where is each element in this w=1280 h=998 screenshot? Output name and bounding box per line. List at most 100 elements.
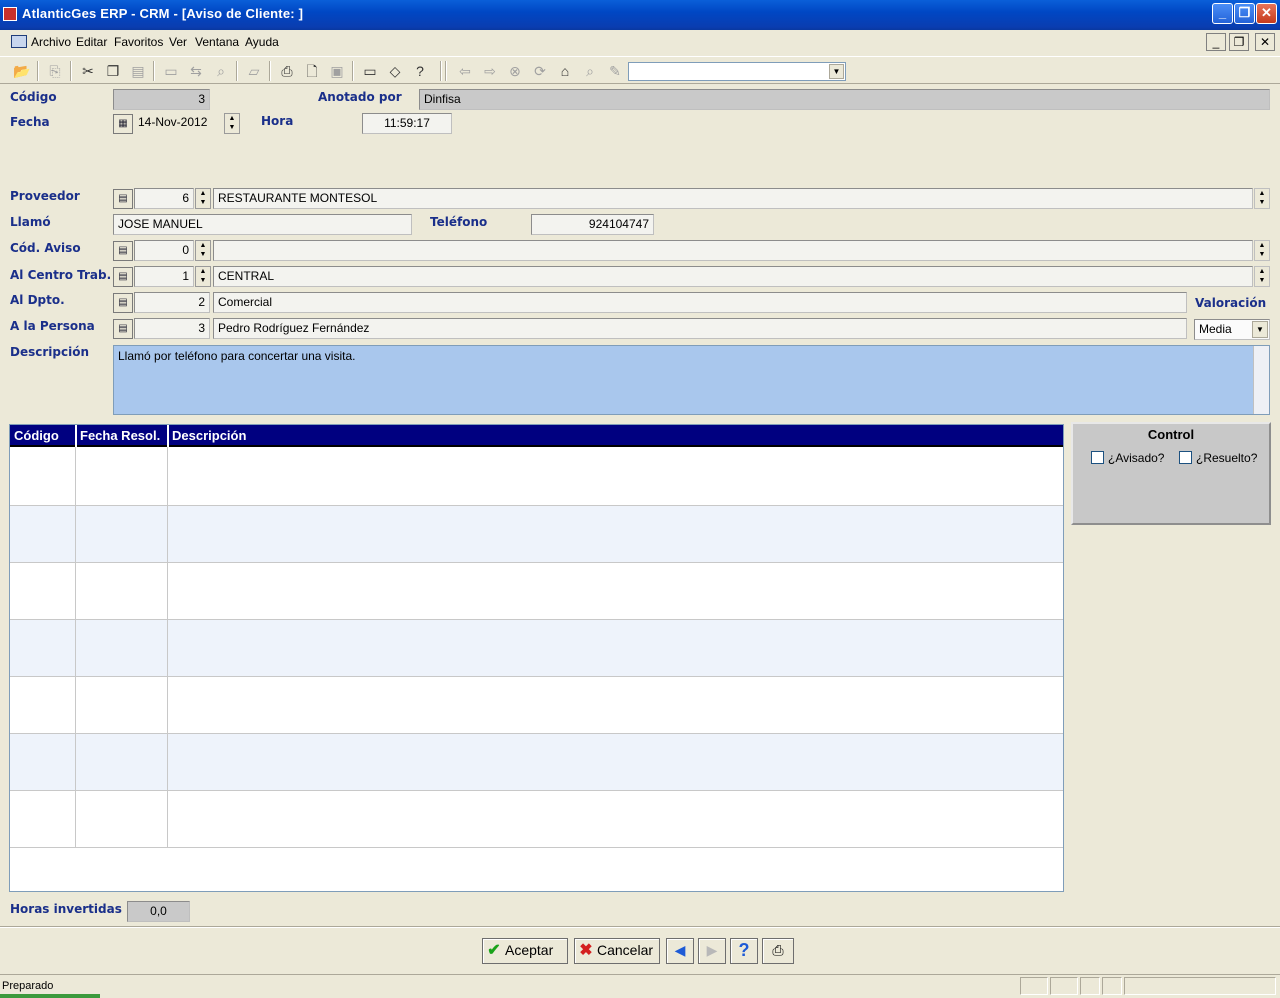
centro-code-field[interactable]: 1 — [134, 266, 194, 287]
menu-editar[interactable]: Editar — [76, 35, 107, 49]
codaviso-lookup-icon[interactable]: ▤ — [113, 241, 133, 261]
mdi-close-button[interactable]: ✕ — [1255, 33, 1275, 51]
home-icon[interactable]: ⌂ — [555, 61, 575, 81]
hora-field[interactable]: 11:59:17 — [362, 113, 452, 134]
menu-archivo[interactable]: Archivo — [31, 35, 71, 49]
eraser-icon[interactable]: ▱ — [244, 61, 264, 81]
proveedor-scroll[interactable]: ▲ ▼ — [1254, 188, 1270, 209]
centro-name-field[interactable]: CENTRAL — [213, 266, 1253, 287]
codaviso-label: Cód. Aviso — [10, 241, 81, 255]
calendar-icon[interactable]: ▦ — [113, 114, 133, 134]
export-icon[interactable]: ⎘ — [45, 61, 65, 81]
cancelar-label: Cancelar — [597, 942, 654, 958]
proveedor-name-field[interactable]: RESTAURANTE MONTESOL — [213, 188, 1253, 209]
back-arrow-icon[interactable]: ⇦ — [455, 61, 475, 81]
menu-ver[interactable]: Ver — [169, 35, 187, 49]
mdi-minimize-button[interactable]: _ — [1206, 33, 1226, 51]
close-button[interactable]: ✕ — [1256, 3, 1277, 24]
proveedor-lookup-icon[interactable]: ▤ — [113, 189, 133, 209]
arrow-left-icon: ◀ — [674, 942, 686, 958]
persona-name-field[interactable]: Pedro Rodríguez Fernández — [213, 318, 1187, 339]
menu-ayuda[interactable]: Ayuda — [245, 35, 279, 49]
avisado-checkbox[interactable] — [1091, 451, 1104, 464]
chevron-down-icon[interactable]: ▼ — [829, 64, 844, 79]
status-pane — [1124, 977, 1276, 995]
descripcion-scrollbar[interactable] — [1253, 346, 1269, 414]
valoracion-value: Media — [1199, 322, 1232, 336]
restore-button[interactable]: ❐ — [1234, 3, 1255, 24]
help-button[interactable]: ? — [730, 938, 758, 964]
hora-label: Hora — [261, 114, 294, 128]
search-web-icon[interactable]: ⌕ — [580, 61, 600, 81]
mdi-restore-button[interactable]: ❐ — [1229, 33, 1249, 51]
dpto-code-field[interactable]: 2 — [134, 292, 210, 313]
find-replace-icon[interactable]: ⇆ — [186, 61, 206, 81]
codaviso-name-field[interactable] — [213, 240, 1253, 261]
menu-ventana[interactable]: Ventana — [195, 35, 239, 49]
printer-icon: ⎙ — [772, 942, 784, 958]
resolutions-grid[interactable]: Código Fecha Resol. Descripción — [9, 424, 1064, 892]
centro-spinner[interactable]: ▲ ▼ — [195, 266, 211, 287]
save-icon[interactable]: ▣ — [327, 61, 347, 81]
column-header-fecha-resol[interactable]: Fecha Resol. — [80, 428, 160, 443]
next-button[interactable]: ▶ — [698, 938, 726, 964]
codigo-label: Código — [10, 90, 57, 104]
descripcion-textarea[interactable]: Llamó por teléfono para concertar una vi… — [113, 345, 1270, 415]
centro-lookup-icon[interactable]: ▤ — [113, 267, 133, 287]
persona-code-field[interactable]: 3 — [134, 318, 210, 339]
horas-field[interactable]: 0,0 — [127, 901, 190, 922]
resuelto-checkbox[interactable] — [1179, 451, 1192, 464]
refresh-icon[interactable]: ⟳ — [530, 61, 550, 81]
stop-icon[interactable]: ⊗ — [505, 61, 525, 81]
forward-arrow-icon[interactable]: ⇨ — [480, 61, 500, 81]
tag-icon[interactable]: ◇ — [385, 61, 405, 81]
proveedor-code-field[interactable]: 6 — [134, 188, 194, 209]
print-button[interactable]: ⎙ — [762, 938, 794, 964]
column-divider[interactable] — [75, 425, 77, 447]
dpto-lookup-icon[interactable]: ▤ — [113, 293, 133, 313]
anotado-por-field[interactable]: Dinfisa — [419, 89, 1270, 110]
open-folder-icon[interactable]: 📂 — [12, 61, 32, 81]
codaviso-spinner[interactable]: ▲ ▼ — [195, 240, 211, 261]
descripcion-text: Llamó por teléfono para concertar una vi… — [118, 349, 356, 363]
copy-icon[interactable]: ❐ — [103, 61, 123, 81]
toolbar-separator — [153, 61, 155, 81]
codaviso-scroll[interactable]: ▲ ▼ — [1254, 240, 1270, 261]
codigo-field[interactable]: 3 — [113, 89, 210, 110]
centro-scroll[interactable]: ▲ ▼ — [1254, 266, 1270, 287]
print-icon[interactable]: ⎙ — [277, 61, 297, 81]
grid-header: Código Fecha Resol. Descripción — [10, 425, 1063, 447]
window-icon[interactable]: ▭ — [161, 61, 181, 81]
telefono-field[interactable]: 924104747 — [531, 214, 654, 235]
paste-icon[interactable]: ▤ — [128, 61, 148, 81]
anotado-por-label: Anotado por — [318, 90, 402, 104]
status-pane — [1020, 977, 1048, 995]
chevron-down-icon[interactable]: ▼ — [1252, 321, 1268, 338]
menu-favoritos[interactable]: Favoritos — [114, 35, 163, 49]
cut-icon[interactable]: ✂ — [78, 61, 98, 81]
codaviso-code-field[interactable]: 0 — [134, 240, 194, 261]
fecha-field[interactable]: 14-Nov-2012 — [134, 113, 222, 134]
toolbar-separator — [445, 61, 447, 81]
dpto-name-field[interactable]: Comercial — [213, 292, 1187, 313]
minimize-button[interactable]: _ — [1212, 3, 1233, 24]
valoracion-select[interactable]: Media ▼ — [1194, 319, 1270, 340]
llamo-field[interactable]: JOSE MANUEL — [113, 214, 412, 235]
persona-lookup-icon[interactable]: ▤ — [113, 319, 133, 339]
column-header-descripcion[interactable]: Descripción — [172, 428, 246, 443]
help-icon[interactable]: ? — [410, 61, 430, 81]
column-header-codigo[interactable]: Código — [14, 428, 59, 443]
monitor-icon[interactable]: ▭ — [360, 61, 380, 81]
aceptar-button[interactable]: ✔ Aceptar — [482, 938, 568, 964]
fecha-spinner[interactable]: ▲ ▼ — [224, 113, 240, 134]
edit-icon[interactable]: ✎ — [605, 61, 625, 81]
document-icon[interactable] — [11, 35, 27, 48]
proveedor-spinner[interactable]: ▲ ▼ — [195, 188, 211, 209]
print-preview-icon[interactable]: 🗋 — [302, 61, 322, 81]
previous-button[interactable]: ◀ — [666, 938, 694, 964]
toolbar-combo[interactable]: ▼ — [628, 62, 846, 81]
cancelar-button[interactable]: ✖ Cancelar — [574, 938, 660, 964]
column-divider[interactable] — [167, 425, 169, 447]
app-icon[interactable] — [3, 7, 17, 21]
zoom-icon[interactable]: ⌕ — [211, 61, 231, 81]
